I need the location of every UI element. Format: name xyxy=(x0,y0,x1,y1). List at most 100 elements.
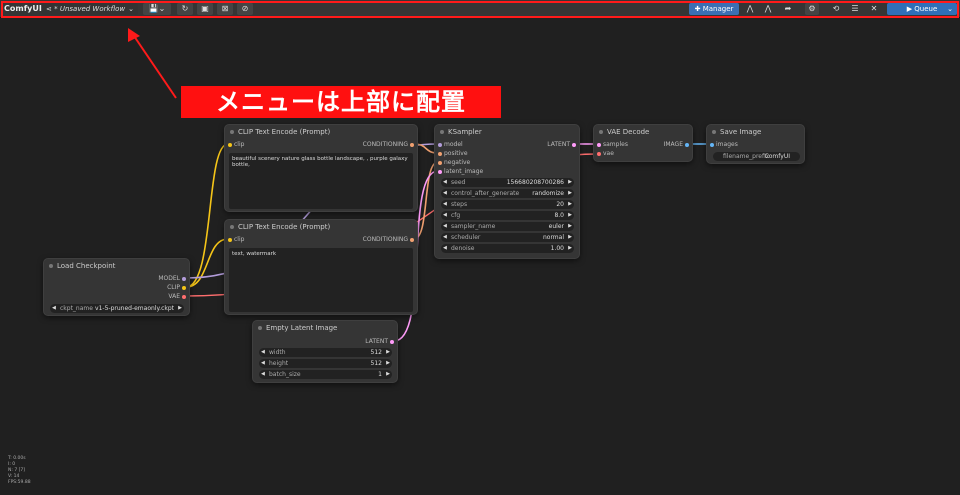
widget-name: width xyxy=(269,349,286,356)
widget-scheduler[interactable]: ◀ scheduler normal ▶ xyxy=(441,233,574,242)
prompt-textarea[interactable]: text, watermark xyxy=(229,248,413,312)
slot-latent-out[interactable]: LATENT xyxy=(365,337,394,346)
slot-label: positive xyxy=(444,150,468,157)
slot-vae-out[interactable]: VAE xyxy=(168,292,186,301)
slot-latent-image[interactable]: latent_image xyxy=(438,167,484,176)
decrement-arrow-icon: ◀ xyxy=(261,371,265,377)
slot-label: latent_image xyxy=(444,168,484,175)
slot-image[interactable]: IMAGE xyxy=(663,140,689,149)
widget-height[interactable]: ◀ height 512 ▶ xyxy=(259,359,392,368)
widget-name: denoise xyxy=(451,245,475,252)
widget-name: scheduler xyxy=(451,234,481,241)
widget-sampler-name[interactable]: ◀ sampler_name euler ▶ xyxy=(441,222,574,231)
node-load-checkpoint[interactable]: Load Checkpoint MODEL CLIP VAE ◀ ckpt_nam… xyxy=(43,258,190,316)
slot-label: images xyxy=(716,141,738,148)
pin xyxy=(597,151,601,156)
node-header: KSampler xyxy=(435,125,579,139)
slot-conditioning[interactable]: CONDITIONING xyxy=(363,235,414,244)
widget-value: 8.0 xyxy=(554,212,564,219)
node-clip-text-encode-negative[interactable]: CLIP Text Encode (Prompt) clip CONDITION… xyxy=(224,219,418,315)
pin xyxy=(597,142,601,147)
pin xyxy=(228,237,232,242)
node-header: CLIP Text Encode (Prompt) xyxy=(225,220,417,234)
pin xyxy=(410,237,414,242)
node-clip-text-encode-positive[interactable]: CLIP Text Encode (Prompt) clip CONDITION… xyxy=(224,124,418,212)
widget-value: ComfyUI xyxy=(764,153,790,160)
slot-label: VAE xyxy=(168,293,180,300)
pin xyxy=(710,142,714,147)
slot-clip[interactable]: clip xyxy=(228,235,245,244)
node-dot xyxy=(599,130,603,134)
widget-value: normal xyxy=(542,234,564,241)
slot-label: model xyxy=(444,141,463,148)
slot-conditioning[interactable]: CONDITIONING xyxy=(363,140,414,149)
node-title: KSampler xyxy=(448,128,482,136)
decrement-arrow-icon: ◀ xyxy=(443,179,447,185)
widget-value: 156680208700286 xyxy=(506,179,564,186)
widget-name: sampler_name xyxy=(451,223,496,230)
node-dot xyxy=(440,130,444,134)
widget-seed[interactable]: ◀ seed 156680208700286 ▶ xyxy=(441,178,574,187)
increment-arrow-icon: ▶ xyxy=(568,234,572,240)
widget-value: 1 xyxy=(378,371,382,378)
node-ksampler[interactable]: KSampler model positive negative latent_… xyxy=(434,124,580,259)
node-save-image[interactable]: Save Image images filename_prefix ComfyUI xyxy=(706,124,805,164)
widget-width[interactable]: ◀ width 512 ▶ xyxy=(259,348,392,357)
pin xyxy=(438,169,442,174)
slot-model-out[interactable]: MODEL xyxy=(158,274,186,283)
node-title: Load Checkpoint xyxy=(57,262,116,270)
decrement-arrow-icon: ◀ xyxy=(261,349,265,355)
slot-label: LATENT xyxy=(547,141,570,148)
decrement-arrow-icon: ◀ xyxy=(443,212,447,218)
slot-label: LATENT xyxy=(365,338,388,345)
decrement-arrow-icon: ◀ xyxy=(443,223,447,229)
node-empty-latent-image[interactable]: Empty Latent Image LATENT ◀ width 512 ▶ ◀ he… xyxy=(252,320,398,383)
slot-label: vae xyxy=(603,150,614,157)
slot-positive[interactable]: positive xyxy=(438,149,468,158)
slot-vae[interactable]: vae xyxy=(597,149,614,158)
node-dot xyxy=(712,130,716,134)
widget-name: height xyxy=(269,360,289,367)
pin xyxy=(438,151,442,156)
node-header: Load Checkpoint xyxy=(44,259,189,273)
widget-batch-size[interactable]: ◀ batch_size 1 ▶ xyxy=(259,370,392,379)
node-header: VAE Decode xyxy=(594,125,692,139)
stat-fps: FPS:59.88 xyxy=(8,480,31,485)
pin xyxy=(390,339,394,344)
node-dot xyxy=(230,130,234,134)
slot-samples[interactable]: samples xyxy=(597,140,628,149)
slot-label: MODEL xyxy=(158,275,180,282)
widget-ckpt-name[interactable]: ◀ ckpt_name v1-5-pruned-emaonly.ckpt ▶ xyxy=(50,304,184,313)
increment-arrow-icon: ▶ xyxy=(178,305,182,311)
widget-steps[interactable]: ◀ steps 20 ▶ xyxy=(441,200,574,209)
slot-label: negative xyxy=(444,159,471,166)
slot-negative[interactable]: negative xyxy=(438,158,471,167)
widget-denoise[interactable]: ◀ denoise 1.00 ▶ xyxy=(441,244,574,253)
node-dot xyxy=(230,225,234,229)
slot-images[interactable]: images xyxy=(710,140,738,149)
decrement-arrow-icon: ◀ xyxy=(52,305,56,311)
slot-model[interactable]: model xyxy=(438,140,463,149)
slot-latent[interactable]: LATENT xyxy=(547,140,576,149)
slot-label: CLIP xyxy=(167,284,180,291)
slot-label: clip xyxy=(234,141,245,148)
prompt-textarea[interactable]: beautiful scenery nature glass bottle la… xyxy=(229,153,413,209)
widget-name: ckpt_name xyxy=(60,305,93,312)
increment-arrow-icon: ▶ xyxy=(568,212,572,218)
slot-clip[interactable]: clip xyxy=(228,140,245,149)
slot-clip-out[interactable]: CLIP xyxy=(167,283,186,292)
node-title: CLIP Text Encode (Prompt) xyxy=(238,223,331,231)
slot-label: clip xyxy=(234,236,245,243)
slot-label: IMAGE xyxy=(663,141,683,148)
decrement-arrow-icon: ◀ xyxy=(443,201,447,207)
widget-control-after-generate[interactable]: ◀ control_after_generate randomize ▶ xyxy=(441,189,574,198)
widget-value: 1.00 xyxy=(550,245,564,252)
widget-value: 512 xyxy=(370,360,382,367)
node-dot xyxy=(49,264,53,268)
node-title: Save Image xyxy=(720,128,762,136)
widget-value: euler xyxy=(548,223,564,230)
node-vae-decode[interactable]: VAE Decode samples vae IMAGE xyxy=(593,124,693,162)
widget-cfg[interactable]: ◀ cfg 8.0 ▶ xyxy=(441,211,574,220)
widget-filename-prefix[interactable]: filename_prefix ComfyUI xyxy=(713,152,800,161)
widget-name: steps xyxy=(451,201,468,208)
